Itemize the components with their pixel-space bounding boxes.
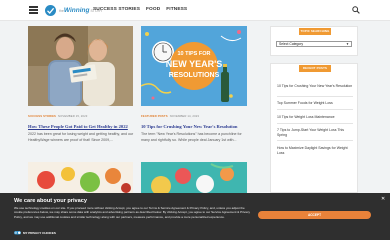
post-image-success-story[interactable] [28,26,133,106]
privacy-choices-label: MY PRIVACY CHOICES [23,231,56,235]
post-image-food[interactable] [28,162,133,193]
privacy-choices-link[interactable]: MY PRIVACY CHOICES [14,231,56,235]
post-category[interactable]: SUCCESS STORIES [28,114,56,118]
category-widget: TOPIC SEARCHING Select Category ▼ [270,26,358,56]
recent-post-link[interactable]: 7 Tips to Jump-Start Your Weight Loss Th… [277,128,353,138]
post-meta: FEATURED POSTS NOVEMBER 14, 2023 [141,114,199,118]
nav-food[interactable]: FOOD [146,7,160,12]
post-excerpt: 2022 has been great for losing weight an… [28,132,134,142]
logo-name: Winning [63,7,90,14]
main-nav: SUCCESS STORIES FOOD FITNESS [93,7,187,12]
nav-fitness[interactable]: FITNESS [166,7,187,12]
privacy-toggle-icon [14,231,21,235]
recent-post-link[interactable]: 10 Tips for Weight Loss Maintenance [277,115,353,120]
cookie-banner: We care about your privacy We use techno… [0,193,390,240]
resolutions-graphic: 10 TIPS FOR NEW YEAR'S RESOLUTIONS [141,26,247,106]
menu-icon[interactable] [29,6,38,14]
post-meta: SUCCESS STORIES NOVEMBER 15, 2023 [28,114,87,118]
food-photo [28,162,133,193]
people-photo [28,26,133,106]
widget-heading: TOPIC SEARCHING [299,28,331,35]
cookie-title: We care about your privacy [14,198,87,204]
post-date: NOVEMBER 15, 2023 [58,114,88,118]
resolutions-line2: NEW YEAR'S [166,59,222,69]
close-icon[interactable]: ✕ [381,197,386,202]
post-excerpt: The term "New Year's Resolutions" has be… [141,132,242,142]
site-header: theWinningSTORY SUCCESS STORIES FOOD FIT… [0,0,390,21]
divider [277,96,353,97]
divider [277,123,353,124]
post-image-resolutions[interactable]: 10 TIPS FOR NEW YEAR'S RESOLUTIONS [141,26,247,106]
accept-button[interactable]: ACCEPT [258,211,371,219]
nav-success-stories[interactable]: SUCCESS STORIES [93,7,140,12]
widget-heading: RECENT POSTS [299,65,331,72]
post-date: NOVEMBER 14, 2023 [169,114,200,118]
category-select[interactable]: Select Category ▼ [276,41,352,47]
resolutions-line3: RESOLUTIONS [169,72,220,79]
post-image-fruit[interactable] [141,162,247,193]
recent-post-link[interactable]: 10 Tips for Crushing Your New Year's Res… [277,84,353,89]
divider [277,140,353,141]
search-icon[interactable] [352,6,360,14]
recent-posts-widget: RECENT POSTS 10 Tips for Crushing Your N… [270,63,358,193]
chevron-down-icon: ▼ [346,42,349,46]
post-title[interactable]: 10 Tips for Crushing Your New Year's Res… [141,124,237,129]
resolutions-line1: 10 TIPS FOR [177,51,210,57]
recent-post-link[interactable]: Top Summer Foods for Weight Loss [277,101,353,106]
post-title[interactable]: How These People Got Paid to Get Healthy… [28,124,128,129]
post-category[interactable]: FEATURED POSTS [141,114,168,118]
logo-icon [45,5,56,16]
divider [277,109,353,110]
category-select-value: Select Category [279,42,304,46]
cookie-body: We use technology cookies on our site. I… [14,206,250,219]
fruit-photo [141,162,247,193]
recent-post-link[interactable]: How to Maximize Daylight Savings for Wei… [277,146,353,156]
